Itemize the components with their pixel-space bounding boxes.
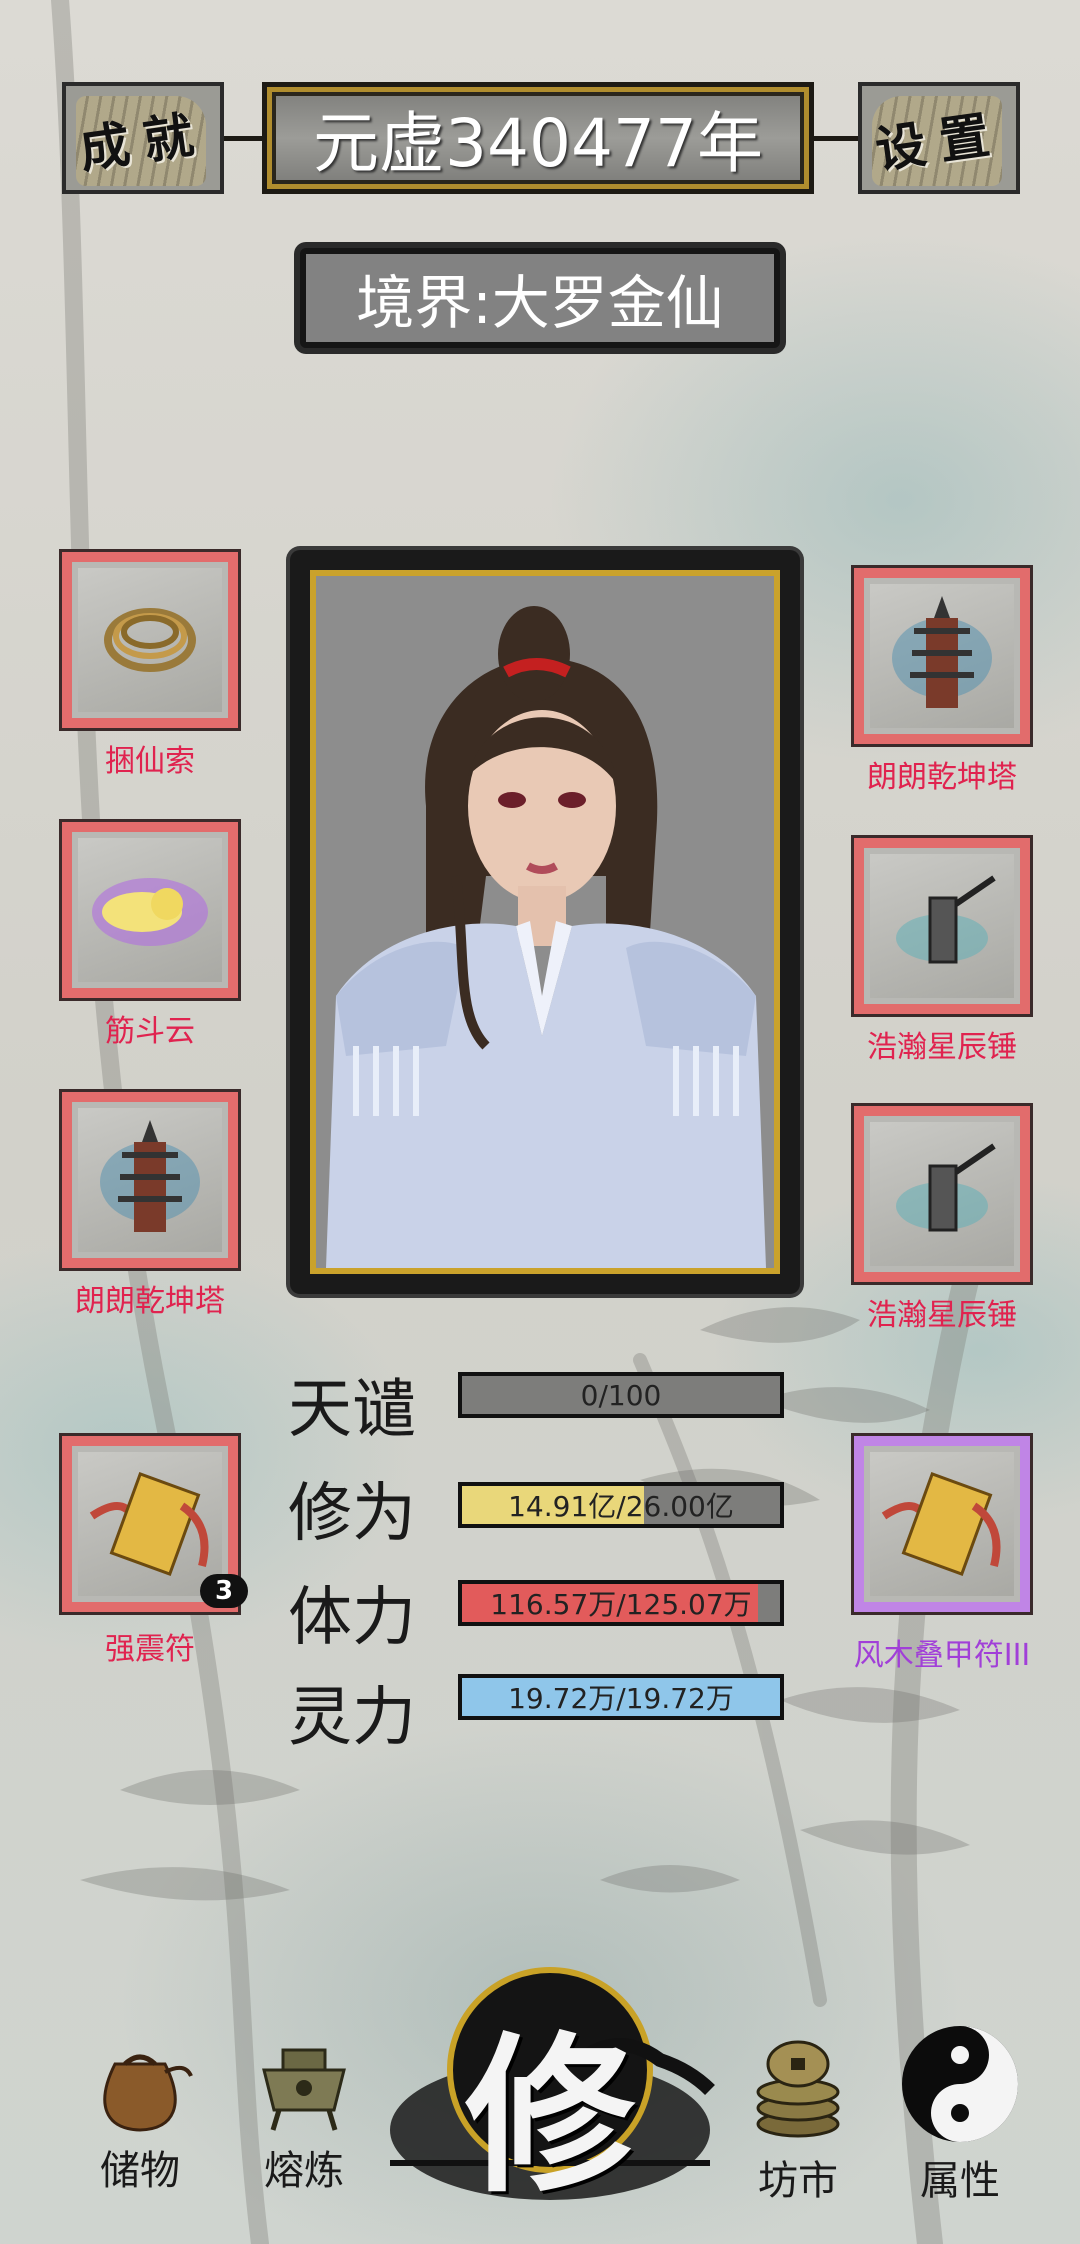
realm-text: 境界:大罗金仙 (356, 269, 724, 337)
equip-slot-left-1[interactable] (59, 549, 241, 731)
character-portrait-frame (290, 550, 800, 1294)
yin-yang-icon (902, 2026, 1018, 2142)
equip-slot-right-4[interactable] (851, 1433, 1033, 1615)
year-text: 元虚340477年 (313, 105, 763, 182)
realm-panel: 境界:大罗金仙 (300, 248, 780, 348)
nav-smelting-label: 熔炼 (264, 2148, 344, 2194)
stamina-bar: 116.57万/125.07万 (458, 1580, 784, 1626)
settings-button[interactable]: 设置 (858, 82, 1020, 194)
item-name: 朗朗乾坤塔 (867, 760, 1017, 795)
cultivate-label: 修 (464, 2016, 635, 2216)
character-portrait (310, 570, 780, 1274)
bar-value: 14.91亿/26.00亿 (508, 1490, 734, 1523)
nav-attributes-label: 属性 (920, 2158, 1000, 2204)
stat-label-stamina: 体力 (288, 1581, 416, 1655)
item-name: 强震符 (105, 1632, 195, 1667)
cauldron-icon (262, 2048, 346, 2131)
pagoda-icon (892, 596, 992, 708)
stat-label-cultivation: 修为 (288, 1477, 416, 1551)
pagoda-icon (100, 1120, 200, 1232)
stat-label-punishment: 天谴 (288, 1373, 416, 1447)
cloud-icon (92, 878, 208, 946)
hammer-icon (896, 1143, 996, 1232)
cultivation-bar: 14.91亿/26.00亿 (458, 1482, 784, 1528)
nav-attributes[interactable]: 属性 (900, 2024, 1020, 2206)
divider (224, 136, 264, 141)
achievements-button[interactable]: 成就 (62, 82, 224, 194)
item-name: 浩瀚星辰锤 (867, 1030, 1017, 1065)
nav-market[interactable]: 坊市 (738, 2024, 858, 2206)
hammer-icon (896, 875, 996, 964)
item-name: 筋斗云 (105, 1014, 195, 1049)
coins-icon (756, 2040, 840, 2138)
item-name: 朗朗乾坤塔 (75, 1284, 225, 1319)
year-panel: 元虚340477年 (262, 82, 814, 194)
equip-slot-right-2[interactable] (851, 835, 1033, 1017)
rope-icon (104, 608, 196, 672)
stat-label-spirit: 灵力 (288, 1681, 416, 1755)
divider (814, 136, 858, 141)
item-name: 捆仙索 (105, 744, 195, 779)
talisman-icon (881, 1472, 1001, 1576)
item-name: 风木叠甲符III (853, 1638, 1031, 1673)
pouch-icon (103, 2054, 193, 2132)
nav-storage-label: 储物 (100, 2148, 180, 2194)
equip-slot-left-3[interactable] (59, 1089, 241, 1271)
bar-value: 0/100 (580, 1378, 662, 1412)
nav-storage[interactable]: 储物 (80, 2024, 200, 2196)
spirit-bar: 19.72万/19.72万 (458, 1674, 784, 1720)
equip-slot-right-1[interactable] (851, 565, 1033, 747)
nav-market-label: 坊市 (758, 2158, 838, 2204)
equip-slot-right-3[interactable] (851, 1103, 1033, 1285)
nav-smelting[interactable]: 熔炼 (244, 2030, 364, 2196)
bar-value: 19.72万/19.72万 (508, 1682, 734, 1715)
equip-slot-left-2[interactable] (59, 819, 241, 1001)
character-illustration (316, 576, 774, 1268)
cultivate-button[interactable]: 修 (380, 1960, 720, 2216)
item-name: 浩瀚星辰锤 (867, 1298, 1017, 1333)
punishment-bar: 0/100 (458, 1372, 784, 1418)
bar-value: 116.57万/125.07万 (490, 1588, 752, 1621)
item-count-badge: 3 (200, 1574, 248, 1608)
